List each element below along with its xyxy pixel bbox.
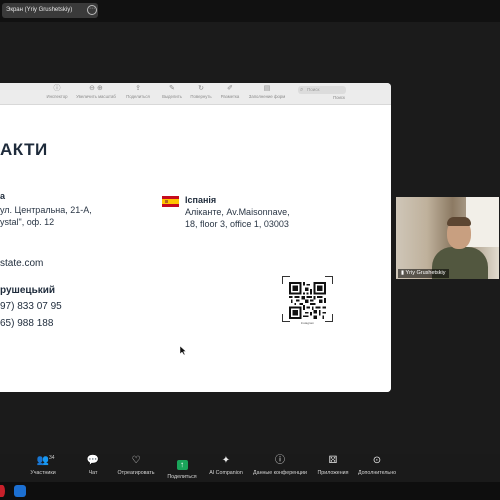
zoom-app-icon[interactable] (14, 485, 26, 497)
share-screen-button[interactable]: ↑ Поделиться (164, 454, 200, 482)
app-icon[interactable] (0, 485, 5, 497)
react-label: Отреагировать (117, 470, 155, 476)
more-icon[interactable]: ⋯ (87, 5, 97, 15)
slide-title: АКТИ (0, 140, 48, 159)
inspector-button[interactable]: ⓘ Инспектор (44, 84, 70, 100)
office-left-address-2: ystal", оф. 12 (0, 217, 55, 227)
spain-flag-icon (162, 196, 179, 207)
meeting-info-button[interactable]: ⓘ Данные конференции (250, 454, 310, 478)
ai-companion-icon: ✦ (221, 455, 231, 466)
zoom-button[interactable]: ⊖ ⊕ Увеличить масштаб (74, 84, 118, 100)
ai-companion-button[interactable]: ✦ AI Companion (204, 454, 248, 478)
highlight-icon: ✎ (169, 85, 175, 92)
share-label: Поделиться (126, 94, 150, 99)
form-fill-button[interactable]: ▤ Заполнение форм (244, 84, 290, 100)
phone-2: 65) 988 188 (0, 318, 54, 329)
website-text: state.com (0, 258, 44, 269)
office-right-address-2: 18, floor 3, office 1, 03003 (185, 219, 289, 229)
mouse-cursor-icon (180, 346, 187, 355)
shared-document-window: ⓘ Инспектор ⊖ ⊕ Увеличить масштаб ⇪ Поде… (0, 83, 391, 392)
highlight-label: Выделить (162, 94, 182, 99)
office-right-name: Іспанія (185, 195, 217, 205)
share-button[interactable]: ⇪ Поделиться (122, 84, 154, 100)
form-fill-label: Заполнение форм (248, 94, 286, 99)
apps-label: Приложения (317, 470, 349, 476)
apps-button[interactable]: ⚄ Приложения (312, 454, 354, 478)
more-label: Дополнительно (357, 470, 397, 476)
participants-label: Участники (30, 470, 56, 476)
search-input[interactable]: Поиск (298, 86, 346, 94)
chat-button[interactable]: 💬 Чат (80, 454, 106, 478)
more-icon: ⊙ (372, 455, 382, 466)
share-icon: ⇪ (135, 85, 141, 92)
participant-video-tile[interactable]: ▮ Yriy Grushetskiy (396, 197, 499, 279)
zoom-icon: ⊖ ⊕ (89, 85, 103, 92)
search-label: Поиск (333, 95, 345, 100)
apps-icon: ⚄ (328, 455, 338, 466)
markup-icon: ✐ (227, 85, 233, 92)
more-button[interactable]: ⊙ Дополнительно (354, 454, 400, 478)
os-taskbar (0, 482, 500, 500)
info-icon: ⓘ (275, 455, 285, 466)
inspector-label: Инспектор (46, 94, 68, 99)
zoom-label: Увеличить масштаб (76, 94, 116, 99)
presentation-slide: АКТИ а ул. Центральна, 21-А, ystal", оф.… (0, 105, 391, 392)
screen-share-label[interactable]: Экран (Yriy Grushetskiy) (2, 3, 98, 18)
react-button[interactable]: ♡ Отреагировать (114, 454, 158, 478)
markup-button[interactable]: ✐ Разметка (216, 84, 244, 100)
meeting-controls-bar: 👥 Участники 34 💬 Чат ♡ Отреагировать ↑ П… (0, 454, 500, 482)
meeting-info-label: Данные конференции (253, 470, 307, 476)
info-icon: ⓘ (53, 85, 61, 92)
chat-label: Чат (88, 470, 98, 476)
rotate-button[interactable]: ↻ Повернуть (186, 84, 216, 100)
participants-count: 34 (49, 455, 55, 461)
office-right-address-1: Аліканте, Av.Maisonnave, (185, 207, 290, 217)
markup-label: Разметка (220, 94, 240, 99)
chat-icon: 💬 (86, 455, 100, 466)
phone-1: 97) 833 07 95 (0, 301, 62, 312)
contact-name: рушецький (0, 285, 56, 296)
qr-caption: Instagram (300, 321, 315, 325)
qr-code-block: Instagram (282, 276, 333, 328)
meeting-top-bar: Экран (Yriy Grushetskiy) ⋯ (0, 0, 500, 22)
share-screen-icon: ↑ (176, 460, 188, 470)
qr-code-icon (289, 282, 326, 319)
viewer-toolbar: ⓘ Инспектор ⊖ ⊕ Увеличить масштаб ⇪ Поде… (0, 83, 391, 105)
rotate-icon: ↻ (198, 85, 204, 92)
office-left-address-1: ул. Центральна, 21-А, (0, 205, 92, 215)
form-icon: ▤ (263, 85, 271, 92)
participant-hair (447, 217, 471, 226)
ai-companion-label: AI Companion (209, 470, 243, 476)
participant-name-text: Yriy Grushetskiy (405, 270, 446, 276)
share-screen-label: Поделиться (167, 474, 197, 480)
rotate-label: Повернуть (190, 94, 212, 99)
highlight-button[interactable]: ✎ Выделить (158, 84, 186, 100)
office-left-name: а (0, 191, 6, 201)
screen-share-text: Экран (Yriy Grushetskiy) (6, 7, 73, 13)
heart-icon: ♡ (131, 455, 141, 466)
participant-name-label: ▮ Yriy Grushetskiy (398, 269, 449, 278)
